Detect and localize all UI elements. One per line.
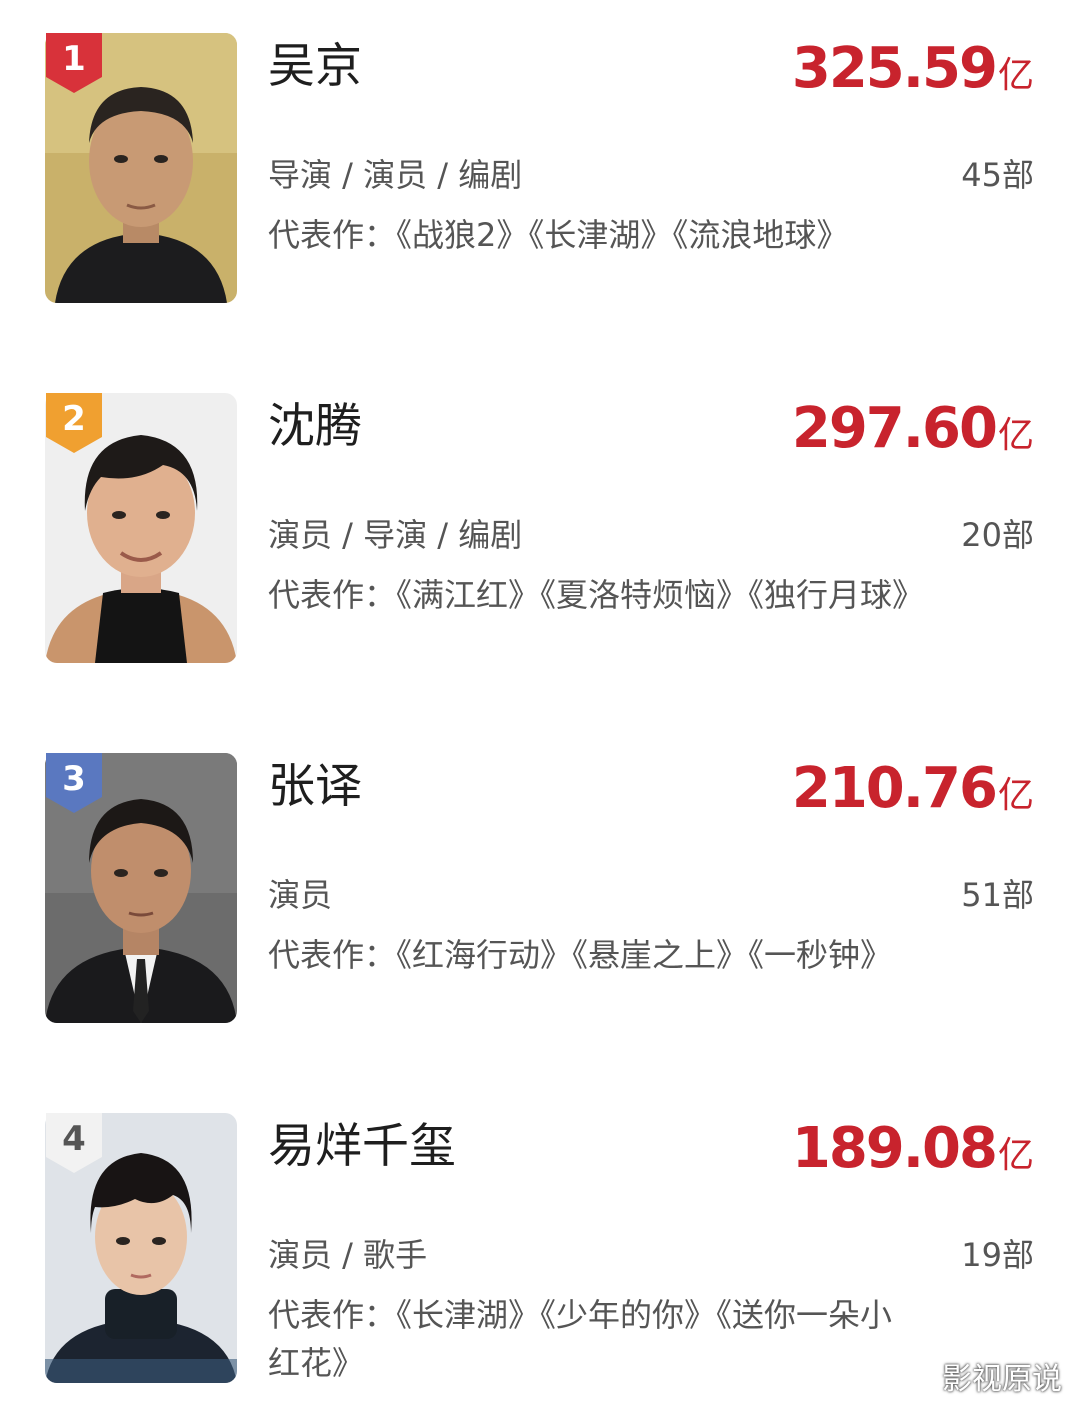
- box-office-total: 210.76亿: [792, 757, 1034, 834]
- box-office-unit: 亿: [997, 415, 1034, 456]
- person-roles: 演员 / 歌手: [268, 1236, 428, 1274]
- box-office-value: 189.08: [791, 1116, 998, 1181]
- box-office-total: 297.60亿: [792, 397, 1034, 474]
- film-count: 45部: [961, 156, 1034, 194]
- film-count: 20部: [961, 516, 1034, 554]
- rank-badge: 3: [46, 753, 102, 813]
- watermark: 影视原说: [942, 1362, 1062, 1397]
- list-item[interactable]: 1 吴京 325.59亿 导演 / 演员 / 编剧 45部 代表作：《战狼2》《…: [0, 33, 1080, 303]
- person-name: 吴京: [268, 39, 362, 94]
- box-office-unit: 亿: [997, 1135, 1034, 1176]
- representative-works: 代表作：《满江红》《夏洛特烦恼》《独行月球》: [268, 576, 925, 614]
- rank-number: 3: [62, 759, 86, 799]
- representative-works: 代表作：《长津湖》《少年的你》《送你一朵小红花》: [268, 1296, 893, 1382]
- rank-number: 1: [62, 39, 86, 79]
- person-roles: 导演 / 演员 / 编剧: [268, 156, 523, 194]
- box-office-total: 189.08亿: [792, 1117, 1034, 1194]
- rank-number: 2: [62, 399, 86, 439]
- rank-number: 4: [62, 1119, 86, 1159]
- person-roles: 演员 / 导演 / 编剧: [268, 516, 523, 554]
- list-item[interactable]: 3 张译 210.76亿 演员 51部 代表作：《红海行动》《悬崖之上》《一秒钟…: [0, 753, 1080, 1023]
- rank-badge: 2: [46, 393, 102, 453]
- box-office-unit: 亿: [997, 55, 1034, 96]
- person-name: 易烊千玺: [268, 1119, 456, 1174]
- rank-badge: 1: [46, 33, 102, 93]
- box-office-value: 325.59: [791, 36, 998, 101]
- representative-works: 代表作：《战狼2》《长津湖》《流浪地球》: [268, 216, 849, 254]
- box-office-total: 325.59亿: [792, 37, 1034, 114]
- box-office-value: 297.60: [791, 396, 998, 461]
- film-count: 19部: [961, 1236, 1034, 1274]
- person-roles: 演员: [268, 876, 333, 914]
- box-office-unit: 亿: [997, 775, 1034, 816]
- list-item[interactable]: 2 沈腾 297.60亿 演员 / 导演 / 编剧 20部 代表作：《满江红》《…: [0, 393, 1080, 663]
- person-name: 沈腾: [268, 399, 362, 454]
- list-item[interactable]: 4 易烊千玺 189.08亿 演员 / 歌手 19部 代表作：《长津湖》《少年的…: [0, 1113, 1080, 1383]
- representative-works: 代表作：《红海行动》《悬崖之上》《一秒钟》: [268, 936, 893, 974]
- rank-badge: 4: [46, 1113, 102, 1173]
- film-count: 51部: [961, 876, 1034, 914]
- box-office-value: 210.76: [791, 756, 998, 821]
- person-name: 张译: [268, 759, 362, 814]
